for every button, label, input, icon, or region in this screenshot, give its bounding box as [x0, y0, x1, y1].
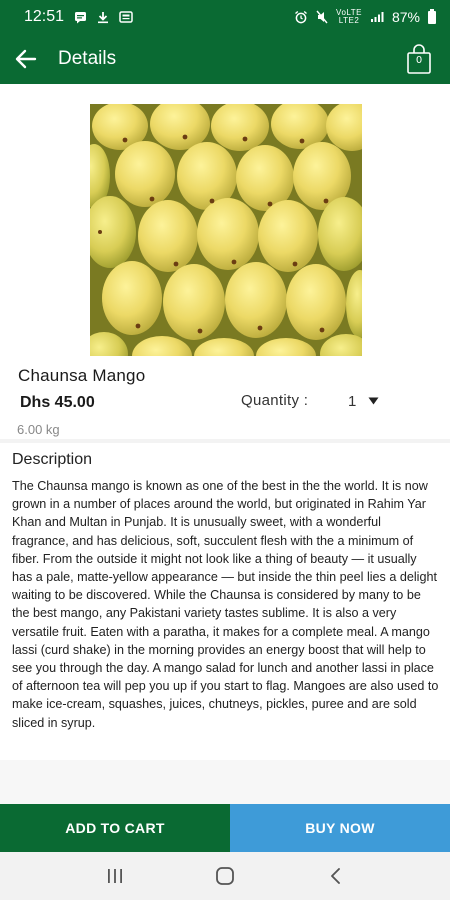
- description-text: The Chaunsa mango is known as one of the…: [12, 479, 439, 730]
- network-type: VoLTE LTE2: [336, 9, 362, 25]
- recent-apps-icon: [106, 868, 124, 884]
- description-title: Description: [12, 451, 93, 468]
- dropdown-arrow-icon: [368, 397, 379, 405]
- system-back-button[interactable]: [315, 856, 355, 896]
- arrow-left-icon: [14, 48, 38, 70]
- status-left: 12:51: [24, 8, 133, 26]
- news-icon: [119, 10, 133, 24]
- status-bar: 12:51 VoLTE LTE2 87%: [0, 0, 450, 34]
- battery-icon: [428, 8, 436, 24]
- cart-button[interactable]: 0: [404, 42, 434, 76]
- add-to-cart-button[interactable]: ADD TO CART: [0, 804, 230, 852]
- home-button[interactable]: [205, 856, 245, 896]
- system-nav-bar: [0, 852, 450, 900]
- app-bar: Details 0: [0, 34, 450, 84]
- mute-icon: [316, 10, 328, 24]
- product-name: Chaunsa Mango: [18, 366, 146, 385]
- section-divider: [0, 439, 450, 443]
- alarm-icon: [294, 10, 308, 24]
- product-image: [90, 104, 362, 356]
- product-weight: 6.00 kg: [17, 422, 60, 437]
- battery-percent: 87%: [391, 9, 420, 25]
- recent-apps-button[interactable]: [95, 856, 135, 896]
- page-title: Details: [58, 48, 117, 69]
- quantity-dropdown[interactable]: 1: [348, 390, 388, 412]
- mango-photo: [90, 104, 362, 356]
- buy-now-button[interactable]: BUY NOW: [230, 804, 450, 852]
- quantity-value: 1: [348, 392, 357, 410]
- status-right: VoLTE LTE2 87%: [294, 8, 436, 25]
- message-icon: [74, 11, 87, 24]
- quantity-label: Quantity :: [241, 392, 309, 409]
- status-time: 12:51: [24, 8, 65, 25]
- product-price: Dhs 45.00: [20, 394, 95, 411]
- home-icon: [215, 866, 235, 886]
- back-button[interactable]: [14, 34, 58, 84]
- cart-count-badge: 0: [415, 55, 423, 66]
- download-icon: [97, 11, 109, 24]
- product-details: Chaunsa Mango Dhs 45.00 Quantity : 1 6.0…: [0, 84, 450, 804]
- content-spacer: [0, 760, 450, 804]
- network-bottom-label: LTE2: [338, 16, 360, 25]
- signal-icon: [370, 11, 384, 23]
- back-icon: [329, 867, 341, 885]
